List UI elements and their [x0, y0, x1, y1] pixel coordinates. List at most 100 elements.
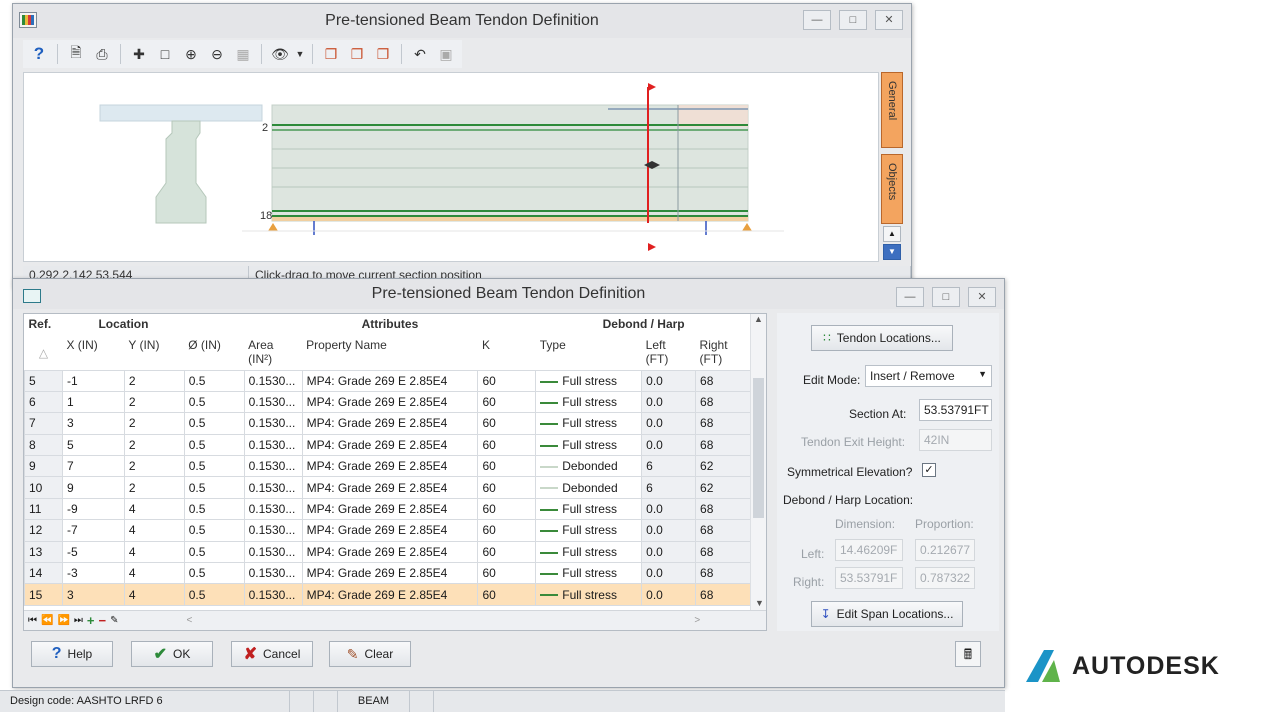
cell-left[interactable]: 0.0 [641, 369, 697, 392]
dialog-titlebar[interactable]: Pre-tensioned Beam Tendon Definition [13, 279, 1004, 309]
cell-left[interactable]: 0.0 [641, 412, 697, 435]
zoom-extents-icon[interactable]: ▦ [231, 42, 255, 66]
cell-dia[interactable]: 0.5 [183, 497, 245, 521]
cell-dia[interactable]: 0.5 [183, 412, 245, 435]
cell-property[interactable]: MP4: Grade 269 E 2.85E4 [301, 369, 479, 392]
col-header-y[interactable]: Y (IN) [124, 334, 185, 370]
cell-area[interactable]: 0.1530... [243, 455, 303, 478]
table-row[interactable]: 14 -3 4 0.5 0.1530... MP4: Grade 269 E 2.85E4… [24, 562, 752, 585]
tendon-exit-input[interactable]: 42IN [919, 429, 992, 451]
cell-k[interactable]: 60 [477, 369, 537, 392]
table-row[interactable]: 6 1 2 0.5 0.1530... MP4: Grade 269 E 2.85E4 60… [24, 390, 752, 414]
cell-y[interactable]: 2 [123, 433, 185, 457]
undo-icon[interactable]: ↶ [408, 42, 432, 66]
cell-property[interactable]: MP4: Grade 269 E 2.85E4 [301, 497, 479, 521]
ok-button[interactable]: ✔ OK [131, 641, 213, 667]
maximize-icon[interactable]: □ [839, 10, 867, 30]
cell-area[interactable]: 0.1530... [243, 540, 303, 564]
col-header-x[interactable]: X (IN) [62, 334, 125, 370]
select-box-icon[interactable]: □ [153, 42, 177, 66]
layers-icon[interactable]: ❐ [371, 42, 395, 66]
cell-type[interactable]: Debonded [535, 455, 643, 478]
cell-right[interactable]: 68 [695, 369, 752, 392]
add-row-icon[interactable]: + [87, 613, 95, 628]
cell-x[interactable]: 1 [61, 390, 125, 414]
edit-mode-select[interactable]: Insert / Remove ▼ [865, 365, 992, 387]
cell-y[interactable]: 2 [123, 412, 185, 435]
cell-k[interactable]: 60 [477, 519, 537, 542]
cell-right[interactable]: 62 [695, 476, 752, 499]
cell-y[interactable]: 4 [123, 497, 185, 521]
help-icon[interactable]: ? [27, 42, 51, 66]
cell-y[interactable]: 2 [123, 476, 185, 499]
edit-row-icon[interactable]: ✎ [110, 615, 118, 626]
cell-k[interactable]: 60 [477, 412, 537, 435]
cell-left[interactable]: 6 [641, 476, 697, 499]
cell-dia[interactable]: 0.5 [183, 562, 245, 585]
tab-objects[interactable]: Objects [881, 154, 903, 224]
col-header-k[interactable]: K [477, 334, 536, 370]
pan-icon[interactable]: ✚ [127, 42, 151, 66]
cell-y[interactable]: 4 [123, 540, 185, 564]
cell-ref[interactable]: 9 [24, 455, 63, 478]
cell-area[interactable]: 0.1530... [243, 583, 303, 606]
top-window-titlebar[interactable]: Pre-tensioned Beam Tendon Definition [13, 4, 911, 38]
scroll-up-icon[interactable]: ▲ [883, 226, 901, 242]
cell-area[interactable]: 0.1530... [243, 519, 303, 542]
cell-ref[interactable]: 5 [24, 369, 63, 392]
cell-ref[interactable]: 14 [24, 562, 63, 585]
scroll-left-icon[interactable]: < [186, 615, 192, 626]
tab-general[interactable]: General [881, 72, 903, 148]
calculator-icon[interactable]: 🖩 [955, 641, 981, 667]
table-row[interactable]: 5 -1 2 0.5 0.1530... MP4: Grade 269 E 2.85E4 6… [24, 369, 752, 392]
minimize-icon[interactable]: — [896, 287, 924, 307]
scroll-down-icon[interactable]: ▼ [883, 244, 901, 260]
cell-x[interactable]: -5 [61, 540, 125, 564]
cell-k[interactable]: 60 [477, 390, 537, 414]
scroll-up-icon[interactable]: ▲ [751, 314, 766, 324]
scroll-thumb[interactable] [753, 378, 764, 518]
table-row[interactable]: 13 -5 4 0.5 0.1530... MP4: Grade 269 E 2.85E4… [24, 540, 752, 564]
cell-property[interactable]: MP4: Grade 269 E 2.85E4 [301, 390, 479, 414]
cell-type[interactable]: Full stress [535, 540, 643, 564]
clear-button[interactable]: ✎ Clear [329, 641, 411, 667]
cell-dia[interactable]: 0.5 [183, 433, 245, 457]
table-row[interactable]: 12 -7 4 0.5 0.1530... MP4: Grade 269 E 2.85E4… [24, 519, 752, 542]
close-icon[interactable]: ✕ [875, 10, 903, 30]
cell-dia[interactable]: 0.5 [183, 369, 245, 392]
right-dimension-input[interactable]: 53.53791F [835, 567, 903, 589]
cell-dia[interactable]: 0.5 [183, 476, 245, 499]
section-at-input[interactable]: 53.53791FT [919, 399, 992, 421]
cell-dia[interactable]: 0.5 [183, 540, 245, 564]
zoom-in-icon[interactable]: ⊕ [179, 42, 203, 66]
cell-type[interactable]: Full stress [535, 390, 643, 414]
cell-type[interactable]: Full stress [535, 369, 643, 392]
cell-area[interactable]: 0.1530... [243, 562, 303, 585]
right-proportion-input[interactable]: 0.787322 [915, 567, 975, 589]
cell-k[interactable]: 60 [477, 583, 537, 606]
export-icon[interactable]: ▣ [434, 42, 458, 66]
cell-x[interactable]: 7 [61, 455, 125, 478]
tendon-locations-button[interactable]: ∷ Tendon Locations... [811, 325, 953, 351]
first-record-icon[interactable]: ⏮ [28, 615, 37, 626]
cell-property[interactable]: MP4: Grade 269 E 2.85E4 [301, 583, 479, 606]
cell-type[interactable]: Full stress [535, 583, 643, 606]
maximize-icon[interactable]: □ [932, 287, 960, 307]
cell-type[interactable]: Full stress [535, 562, 643, 585]
cell-k[interactable]: 60 [477, 562, 537, 585]
cell-type[interactable]: Full stress [535, 412, 643, 435]
col-header-dia[interactable]: Ø (IN) [184, 334, 245, 370]
edit-span-locations-button[interactable]: ↧ Edit Span Locations... [811, 601, 963, 627]
cell-k[interactable]: 60 [477, 455, 537, 478]
cell-left[interactable]: 0.0 [641, 433, 697, 457]
cell-left[interactable]: 0.0 [641, 519, 697, 542]
cell-y[interactable]: 4 [123, 583, 185, 606]
cell-area[interactable]: 0.1530... [243, 433, 303, 457]
copy-icon[interactable]: ❐ [319, 42, 343, 66]
table-row[interactable]: 10 9 2 0.5 0.1530... MP4: Grade 269 E 2.85E4 6… [24, 476, 752, 499]
cell-ref[interactable]: 6 [24, 390, 63, 414]
symmetrical-elevation-checkbox[interactable]: ✓ [922, 463, 936, 477]
cell-area[interactable]: 0.1530... [243, 390, 303, 414]
cell-y[interactable]: 2 [123, 369, 185, 392]
cell-dia[interactable]: 0.5 [183, 519, 245, 542]
